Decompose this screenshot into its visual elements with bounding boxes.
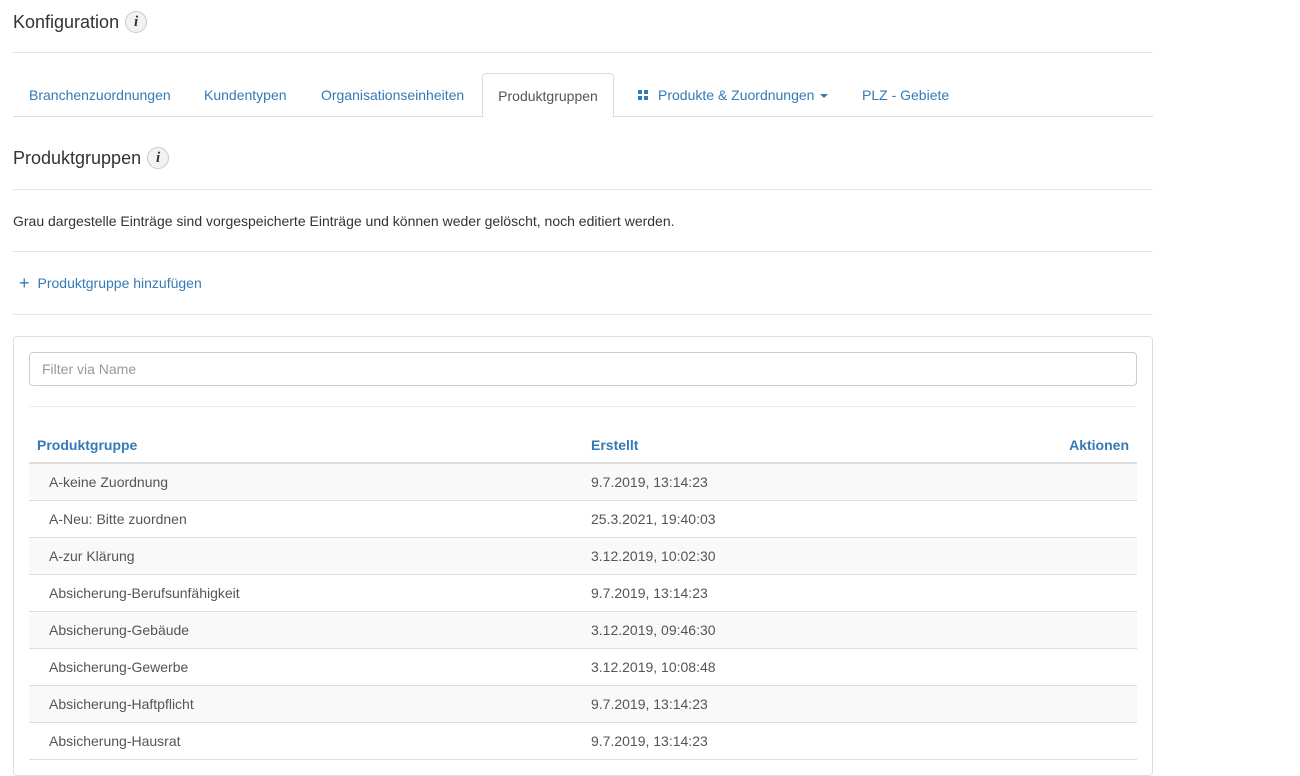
column-header-produktgruppe[interactable]: Produktgruppe bbox=[37, 437, 137, 453]
column-header-aktionen: Aktionen bbox=[1069, 437, 1129, 453]
table-row[interactable]: Absicherung-Hausrat 9.7.2019, 13:14:23 bbox=[29, 723, 1137, 760]
row-name: Absicherung-Gewerbe bbox=[49, 659, 189, 675]
row-created: 25.3.2021, 19:40:03 bbox=[591, 511, 716, 527]
filter-input[interactable] bbox=[29, 352, 1137, 386]
row-name: A-keine Zuordnung bbox=[49, 474, 169, 490]
row-created: 3.12.2019, 10:02:30 bbox=[591, 548, 716, 564]
tab-organisationseinheiten[interactable]: Organisationseinheiten bbox=[321, 73, 464, 117]
row-created: 9.7.2019, 13:14:23 bbox=[591, 585, 708, 601]
row-name: Absicherung-Gebäude bbox=[49, 622, 190, 638]
table-row[interactable]: Absicherung-Gewerbe 3.12.2019, 10:08:48 bbox=[29, 649, 1137, 686]
tab-produkte-zuordnungen[interactable]: Produkte & Zuordnungen bbox=[638, 73, 829, 117]
table-row[interactable]: A-keine Zuordnung 9.7.2019, 13:14:23 bbox=[29, 464, 1137, 501]
row-created: 9.7.2019, 13:14:23 bbox=[591, 474, 708, 490]
tab-label: Produktgruppen bbox=[498, 87, 598, 104]
section-title: Produktgruppen bbox=[13, 147, 142, 168]
tab-label: Produkte & Zuordnungen bbox=[658, 87, 815, 103]
tab-label: Branchenzuordnungen bbox=[29, 87, 171, 103]
plus-icon: + bbox=[19, 273, 30, 293]
row-name: A-zur Klärung bbox=[49, 548, 135, 564]
row-name: Absicherung-Hausrat bbox=[49, 733, 181, 749]
tab-label: Organisationseinheiten bbox=[321, 87, 465, 103]
info-note: Grau dargestelle Einträge sind vorgespei… bbox=[13, 190, 1153, 252]
add-label: Produktgruppe hinzufügen bbox=[37, 275, 202, 291]
column-header-erstellt[interactable]: Erstellt bbox=[591, 437, 638, 453]
table-row[interactable]: A-Neu: Bitte zuordnen 25.3.2021, 19:40:0… bbox=[29, 501, 1137, 538]
divider bbox=[29, 406, 1137, 407]
row-created: 9.7.2019, 13:14:23 bbox=[591, 696, 708, 712]
tab-produktgruppen[interactable]: Produktgruppen bbox=[482, 73, 614, 118]
table-body: A-keine Zuordnung 9.7.2019, 13:14:23 A-N… bbox=[29, 464, 1137, 760]
section-header: Produktgruppen i bbox=[13, 117, 1153, 190]
tab-label: PLZ - Gebiete bbox=[862, 87, 950, 103]
page-header: Konfiguration i bbox=[13, 0, 1153, 53]
configuration-page: Konfiguration i Branchenzuordnungen Kund… bbox=[13, 0, 1153, 776]
table-row[interactable]: Absicherung-Gebäude 3.12.2019, 09:46:30 bbox=[29, 612, 1137, 649]
add-produktgruppe-button[interactable]: + Produktgruppe hinzufügen bbox=[19, 273, 202, 293]
produktgruppen-panel: Produktgruppe Erstellt Aktionen A-keine … bbox=[13, 336, 1153, 776]
row-name: Absicherung-Berufsunfähigkeit bbox=[49, 585, 240, 601]
table-row[interactable]: Absicherung-Berufsunfähigkeit 9.7.2019, … bbox=[29, 575, 1137, 612]
tab-bar: Branchenzuordnungen Kundentypen Organisa… bbox=[13, 53, 1153, 118]
row-name: Absicherung-Haftpflicht bbox=[49, 696, 194, 712]
page-title: Konfiguration bbox=[13, 11, 120, 32]
caret-down-icon bbox=[820, 94, 829, 98]
row-created: 3.12.2019, 10:08:48 bbox=[591, 659, 716, 675]
table-header: Produktgruppe Erstellt Aktionen bbox=[29, 427, 1137, 464]
info-icon[interactable]: i bbox=[125, 11, 148, 33]
row-created: 3.12.2019, 09:46:30 bbox=[591, 622, 716, 638]
tab-branchenzuordnungen[interactable]: Branchenzuordnungen bbox=[29, 73, 171, 117]
produktgruppen-table: Produktgruppe Erstellt Aktionen A-keine … bbox=[29, 427, 1137, 760]
row-name: A-Neu: Bitte zuordnen bbox=[49, 511, 187, 527]
add-row: + Produktgruppe hinzufügen bbox=[13, 252, 1153, 315]
grid-icon bbox=[638, 90, 648, 100]
row-created: 9.7.2019, 13:14:23 bbox=[591, 733, 708, 749]
tab-kundentypen[interactable]: Kundentypen bbox=[204, 73, 287, 117]
table-row[interactable]: A-zur Klärung 3.12.2019, 10:02:30 bbox=[29, 538, 1137, 575]
tab-label: Kundentypen bbox=[204, 87, 287, 103]
info-icon[interactable]: i bbox=[147, 147, 170, 169]
table-row[interactable]: Absicherung-Haftpflicht 9.7.2019, 13:14:… bbox=[29, 686, 1137, 723]
tab-plz-gebiete[interactable]: PLZ - Gebiete bbox=[862, 73, 949, 117]
